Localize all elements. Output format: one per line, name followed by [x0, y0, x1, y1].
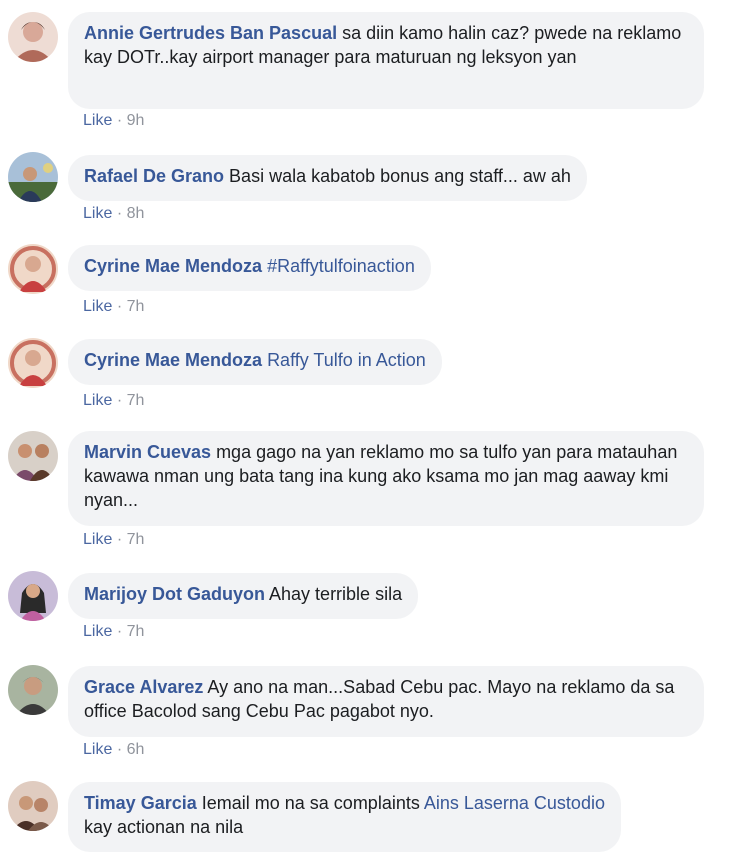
- comment-author[interactable]: Annie Gertrudes Ban Pascual: [84, 23, 337, 43]
- avatar[interactable]: [8, 338, 58, 388]
- comment-actions: Like · 7h: [83, 298, 144, 316]
- timestamp[interactable]: 8h: [127, 205, 145, 222]
- comment-bubble: Marvin Cuevas mga gago na yan reklamo mo…: [68, 431, 704, 526]
- separator: ·: [116, 298, 127, 315]
- avatar[interactable]: [8, 571, 58, 621]
- timestamp[interactable]: 9h: [127, 112, 145, 129]
- comment-actions: Like · 9h: [83, 112, 144, 130]
- avatar[interactable]: [8, 244, 58, 294]
- comment-bubble: Timay Garcia Iemail mo na sa complaints …: [68, 782, 621, 852]
- user-mention-link[interactable]: Ains Laserna Custodio: [424, 793, 605, 813]
- profile-photo-icon: [8, 571, 58, 621]
- timestamp[interactable]: 7h: [127, 623, 145, 640]
- comment-author[interactable]: Cyrine Mae Mendoza: [84, 350, 262, 370]
- comment-author[interactable]: Grace Alvarez: [84, 677, 203, 697]
- avatar[interactable]: [8, 152, 58, 202]
- separator: ·: [116, 623, 127, 640]
- timestamp[interactable]: 7h: [127, 298, 145, 315]
- like-button[interactable]: Like: [83, 298, 112, 315]
- comment-actions: Like · 7h: [83, 623, 144, 641]
- separator: ·: [116, 205, 127, 222]
- avatar[interactable]: [8, 665, 58, 715]
- like-button[interactable]: Like: [83, 531, 112, 548]
- comment-text-continued: kay actionan na nila: [84, 817, 244, 837]
- comment-author[interactable]: Rafael De Grano: [84, 166, 224, 186]
- profile-photo-icon: [8, 244, 58, 294]
- like-button[interactable]: Like: [83, 741, 112, 758]
- comment-actions: Like · 7h: [83, 392, 144, 410]
- profile-photo-icon: [8, 665, 58, 715]
- comment-bubble: Cyrine Mae Mendoza Raffy Tulfo in Action: [68, 339, 442, 385]
- separator: ·: [116, 741, 127, 758]
- comment-actions: Like · 6h: [83, 741, 144, 759]
- comment-bubble: Cyrine Mae Mendoza #Raffytulfoinaction: [68, 245, 431, 291]
- comment-bubble: Annie Gertrudes Ban Pascual sa diin kamo…: [68, 12, 704, 109]
- comment-text: Iemail mo na sa complaints: [196, 793, 424, 813]
- avatar[interactable]: [8, 431, 58, 481]
- timestamp[interactable]: 7h: [127, 531, 145, 548]
- timestamp[interactable]: 6h: [127, 741, 145, 758]
- comment-author[interactable]: Marvin Cuevas: [84, 442, 211, 462]
- avatar[interactable]: [8, 12, 58, 62]
- comment-text: Basi wala kabatob bonus ang staff... aw …: [224, 166, 571, 186]
- comment-author[interactable]: Marijoy Dot Gaduyon: [84, 584, 265, 604]
- comment-bubble: Marijoy Dot Gaduyon Ahay terrible sila: [68, 573, 419, 619]
- profile-photo-icon: [8, 338, 58, 388]
- comment-author[interactable]: Timay Garcia: [84, 793, 197, 813]
- separator: ·: [116, 112, 127, 129]
- comment-text: Ahay terrible sila: [265, 584, 403, 604]
- separator: ·: [116, 392, 127, 409]
- profile-photo-icon: [8, 781, 58, 831]
- like-button[interactable]: Like: [83, 392, 112, 409]
- like-button[interactable]: Like: [83, 623, 112, 640]
- comment-bubble: Rafael De Grano Basi wala kabatob bonus …: [68, 155, 587, 201]
- like-button[interactable]: Like: [83, 112, 112, 129]
- hashtag-link[interactable]: #Raffytulfoinaction: [267, 256, 415, 276]
- comment-actions: Like · 7h: [83, 531, 144, 549]
- profile-photo-icon: [8, 152, 58, 202]
- comment-author[interactable]: Cyrine Mae Mendoza: [84, 256, 262, 276]
- profile-photo-icon: [8, 12, 58, 62]
- comment-actions: Like · 8h: [83, 205, 144, 223]
- profile-photo-icon: [8, 431, 58, 481]
- timestamp[interactable]: 7h: [127, 392, 145, 409]
- comment-bubble: Grace Alvarez Ay ano na man...Sabad Cebu…: [68, 666, 704, 737]
- like-button[interactable]: Like: [83, 205, 112, 222]
- avatar[interactable]: [8, 781, 58, 831]
- page-mention-link[interactable]: Raffy Tulfo in Action: [267, 350, 426, 370]
- separator: ·: [116, 531, 127, 548]
